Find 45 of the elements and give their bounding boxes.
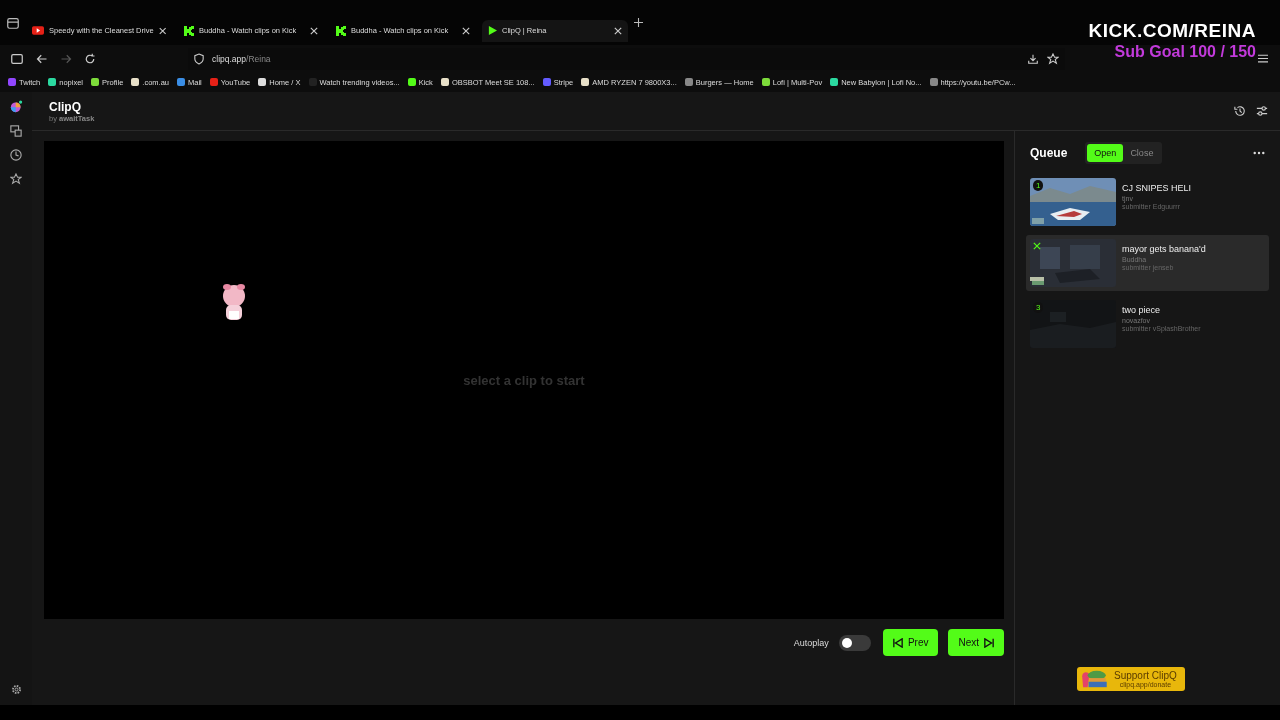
settings-icon[interactable] <box>10 684 22 695</box>
clip-title: CJ SNIPES HELI <box>1122 183 1192 193</box>
sub-goal-text: Sub Goal 100 / 150 <box>1114 44 1256 60</box>
play-icon <box>488 26 497 35</box>
next-button[interactable]: Next <box>948 629 1004 656</box>
queue-position: 1 <box>1033 180 1044 191</box>
tabs-icon[interactable] <box>6 15 20 30</box>
prev-button[interactable]: Prev <box>882 629 939 656</box>
queue-position: 3 <box>1033 302 1044 313</box>
shield-icon <box>194 52 204 65</box>
clip-title: mayor gets banana'd <box>1122 244 1206 254</box>
skip-forward-icon <box>984 637 994 648</box>
app-title: ClipQ <box>49 99 82 114</box>
star-icon[interactable] <box>1047 52 1059 65</box>
close-icon[interactable] <box>614 26 622 35</box>
queue-title: Queue <box>1030 146 1068 160</box>
sidebar-icon[interactable] <box>10 51 24 66</box>
skip-back-icon <box>892 637 903 648</box>
colorful-logo-icon[interactable] <box>9 100 23 113</box>
star-icon[interactable] <box>10 173 22 185</box>
history-icon[interactable] <box>1234 105 1246 117</box>
clock-icon[interactable] <box>10 149 22 161</box>
video-icon <box>32 26 44 35</box>
back-icon[interactable] <box>36 52 48 65</box>
download-icon[interactable] <box>1027 52 1039 65</box>
status-option[interactable]: Open <box>1087 144 1124 162</box>
k-logo-icon <box>184 25 194 36</box>
more-icon[interactable] <box>1253 151 1265 155</box>
close-icon[interactable] <box>158 26 166 35</box>
reload-icon[interactable] <box>84 52 96 65</box>
autoplay-label: Autoplay <box>793 637 829 648</box>
devices-icon[interactable] <box>10 125 22 137</box>
autoplay-toggle[interactable] <box>838 634 871 651</box>
close-icon[interactable] <box>462 26 470 35</box>
new-tab-icon[interactable] <box>634 18 643 27</box>
creature-icon <box>220 283 248 323</box>
clip-title: two piece <box>1122 305 1162 315</box>
support-title: Support ClipQ <box>1114 670 1177 681</box>
stream-overlay-text: KICK.COM/REINA <box>1088 21 1256 40</box>
menu-icon[interactable] <box>1258 54 1268 63</box>
k-logo-icon <box>336 25 346 36</box>
remove-icon[interactable] <box>1033 242 1041 250</box>
status-option[interactable]: Close <box>1123 144 1161 162</box>
close-icon[interactable] <box>310 26 318 35</box>
sliders-icon[interactable] <box>1256 105 1268 117</box>
